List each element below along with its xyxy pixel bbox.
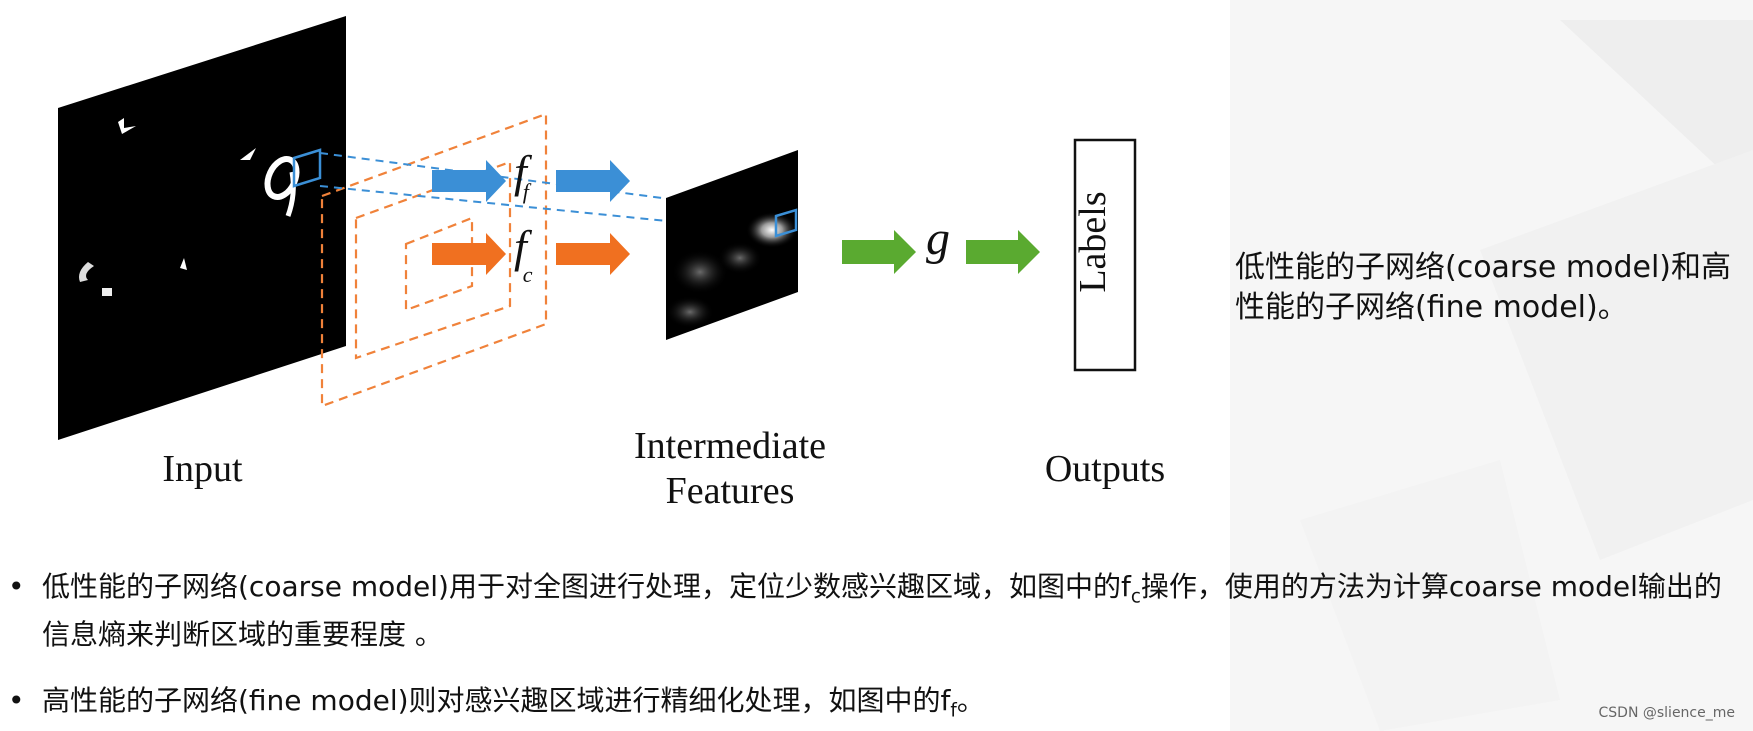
intermediate-label-line1: Intermediate	[633, 425, 826, 467]
bullet-item-fine: 高性能的子网络(fine model)则对感兴趣区域进行精细化处理，如图中的ff…	[42, 682, 1722, 730]
input-image	[58, 16, 346, 440]
fine-function-label: ff	[514, 146, 533, 204]
g-function-label: g	[926, 212, 950, 265]
intermediate-features-image	[666, 150, 798, 340]
output-arrow-right	[966, 230, 1040, 274]
fine-arrow-left	[432, 160, 506, 202]
bullet-symbol: •	[8, 570, 25, 603]
output-arrow-left	[842, 230, 916, 274]
bullet-coarse-sub: c	[1130, 586, 1141, 608]
side-note: 低性能的子网络(coarse model)和高性能的子网络(fine model…	[1235, 250, 1732, 325]
coarse-function-label: fc	[514, 221, 533, 287]
coarse-arrow-left	[432, 233, 506, 275]
input-label: Input	[162, 448, 243, 490]
bullet-coarse-part1: 低性能的子网络(coarse model)用于对全图进行处理，定位少数感兴趣区域…	[42, 570, 1131, 603]
bullet-fine-part1: 高性能的子网络(fine model)则对感兴趣区域进行精细化处理，如图中的f	[42, 684, 951, 717]
labels-box: Labels	[1072, 138, 1137, 372]
intermediate-features-label: Intermediate Features	[610, 424, 850, 514]
bullet-item-coarse: 低性能的子网络(coarse model)用于对全图进行处理，定位少数感兴趣区域…	[42, 568, 1722, 653]
intermediate-label-line2: Features	[665, 470, 795, 512]
labels-box-text: Labels	[1072, 191, 1114, 292]
coarse-arrow-right	[556, 233, 630, 275]
outputs-label: Outputs	[1044, 448, 1166, 490]
bullet-fine-part2: 。	[956, 684, 985, 717]
fine-arrow-right	[556, 160, 630, 202]
watermark: CSDN @slience_me	[1598, 705, 1736, 721]
bullet-symbol: •	[8, 684, 25, 717]
